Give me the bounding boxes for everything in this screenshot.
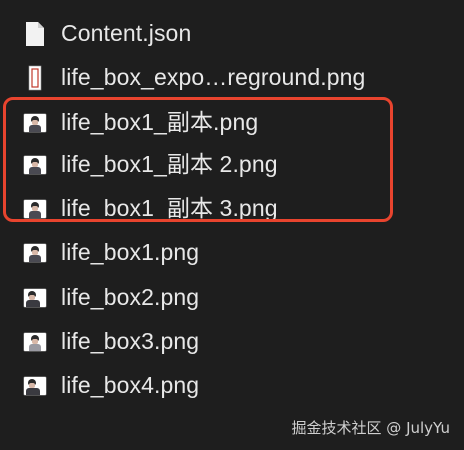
file-name: life_box2.png bbox=[61, 284, 200, 310]
image-thumbnail-icon bbox=[22, 329, 48, 355]
document-icon bbox=[22, 21, 48, 47]
file-name: life_box1.png bbox=[61, 239, 200, 265]
file-row-life-box3[interactable]: life_box3.png bbox=[0, 319, 464, 363]
image-thumbnail-icon bbox=[22, 373, 48, 399]
highlight-box bbox=[3, 97, 393, 222]
image-thumbnail-icon bbox=[22, 240, 48, 266]
file-name: life_box_expo…reground.png bbox=[61, 64, 366, 90]
file-row-life-box1[interactable]: life_box1.png bbox=[0, 230, 464, 274]
watermark: 掘金技术社区 @ JulyYu bbox=[291, 419, 450, 437]
image-thumbnail-icon bbox=[22, 285, 48, 311]
file-name: life_box4.png bbox=[61, 372, 200, 398]
file-name: Content.json bbox=[61, 20, 192, 46]
file-row-life-box2[interactable]: life_box2.png bbox=[0, 275, 464, 319]
file-row-foreground-png[interactable]: life_box_expo…reground.png bbox=[0, 55, 464, 99]
file-name: life_box3.png bbox=[61, 328, 200, 354]
image-thumbnail-icon bbox=[22, 65, 48, 91]
file-row-content-json[interactable]: Content.json bbox=[0, 11, 464, 55]
file-row-life-box4[interactable]: life_box4.png bbox=[0, 363, 464, 407]
